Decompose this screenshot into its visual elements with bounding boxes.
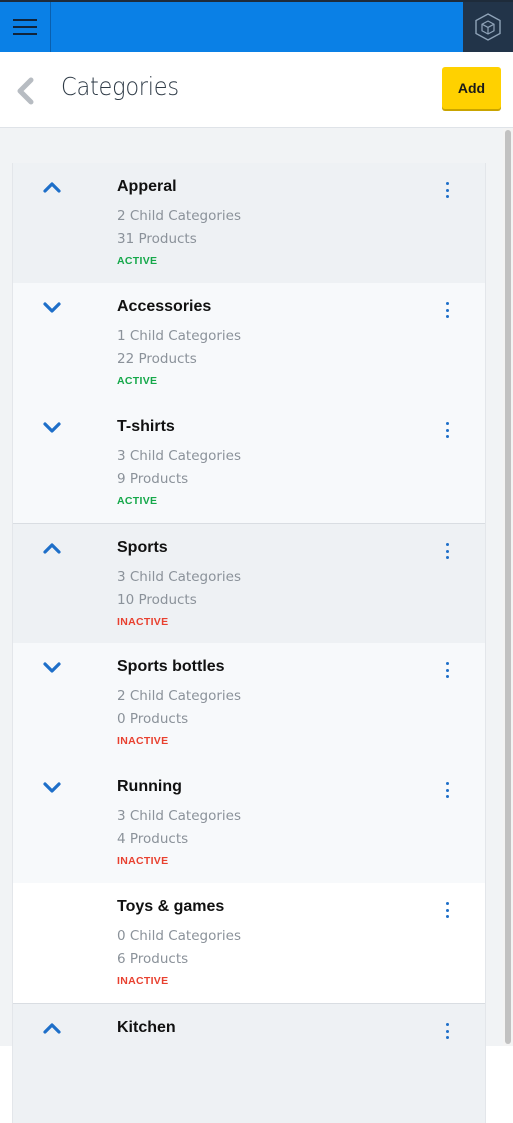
chevron-down-icon[interactable] <box>42 419 62 435</box>
add-button[interactable]: Add <box>442 67 501 109</box>
category-row[interactable]: Kitchen <box>13 1003 485 1123</box>
more-options-icon[interactable] <box>439 300 455 320</box>
chevron-left-icon[interactable] <box>10 76 40 106</box>
category-name[interactable]: T-shirts <box>117 418 175 436</box>
category-row[interactable]: Accessories 1 Child Categories 22 Products… <box>13 283 485 403</box>
more-options-icon[interactable] <box>439 660 455 680</box>
child-categories-count: 1 Child Categories <box>117 328 241 344</box>
scrollbar[interactable] <box>503 128 513 1046</box>
child-categories-count: 0 Child Categories <box>117 928 241 944</box>
child-categories-count: 3 Child Categories <box>117 808 241 824</box>
page-title: Categories <box>61 72 179 101</box>
category-row[interactable]: Apperal 2 Child Categories 31 Products ACTI… <box>13 163 485 283</box>
more-options-icon[interactable] <box>439 180 455 200</box>
category-name[interactable]: Accessories <box>117 298 211 316</box>
child-categories-count: 3 Child Categories <box>117 448 241 464</box>
category-row[interactable]: Toys & games 0 Child Categories 6 Products… <box>13 883 485 1003</box>
category-row[interactable]: T-shirts 3 Child Categories 9 Products ACTI… <box>13 403 485 523</box>
cube-logo-icon[interactable] <box>463 2 513 52</box>
products-count: 0 Products <box>117 711 189 727</box>
child-categories-count: 3 Child Categories <box>117 569 241 585</box>
category-row[interactable]: Running 3 Child Categories 4 Products INACT… <box>13 763 485 883</box>
status-badge: INACTIVE <box>117 975 169 987</box>
status-badge: ACTIVE <box>117 495 158 507</box>
category-name[interactable]: Apperal <box>117 178 177 196</box>
more-options-icon[interactable] <box>439 1021 455 1041</box>
status-badge: INACTIVE <box>117 855 169 867</box>
category-name[interactable]: Toys & games <box>117 898 224 916</box>
categories-content: Apperal 2 Child Categories 31 Products ACTI… <box>0 128 503 1123</box>
category-row[interactable]: Sports bottles 2 Child Categories 0 Produc… <box>13 643 485 763</box>
status-badge: ACTIVE <box>117 255 158 267</box>
more-options-icon[interactable] <box>439 900 455 920</box>
top-bar-background <box>0 2 463 52</box>
chevron-up-icon[interactable] <box>42 1020 62 1036</box>
child-categories-count: 2 Child Categories <box>117 688 241 704</box>
products-count: 22 Products <box>117 351 197 367</box>
products-count: 6 Products <box>117 951 189 967</box>
category-name[interactable]: Sports bottles <box>117 658 225 676</box>
status-badge: INACTIVE <box>117 735 169 747</box>
more-options-icon[interactable] <box>439 541 455 561</box>
status-badge: ACTIVE <box>117 375 158 387</box>
more-options-icon[interactable] <box>439 420 455 440</box>
products-count: 9 Products <box>117 471 189 487</box>
products-count: 4 Products <box>117 831 189 847</box>
top-bar <box>0 0 513 52</box>
category-name[interactable]: Sports <box>117 539 168 557</box>
category-row[interactable]: Sports 3 Child Categories 10 Products INACT… <box>13 523 485 643</box>
page-header: Categories Add <box>0 52 513 128</box>
category-name[interactable]: Kitchen <box>117 1019 176 1037</box>
category-name[interactable]: Running <box>117 778 182 796</box>
chevron-up-icon[interactable] <box>42 540 62 556</box>
products-count: 31 Products <box>117 231 197 247</box>
category-list: Apperal 2 Child Categories 31 Products ACTI… <box>12 163 486 1123</box>
chevron-up-icon[interactable] <box>42 179 62 195</box>
chevron-down-icon[interactable] <box>42 659 62 675</box>
status-badge: INACTIVE <box>117 616 169 628</box>
child-categories-count: 2 Child Categories <box>117 208 241 224</box>
products-count: 10 Products <box>117 592 197 608</box>
hamburger-menu-icon[interactable] <box>0 2 51 52</box>
scrollbar-thumb[interactable] <box>505 130 511 1044</box>
chevron-down-icon[interactable] <box>42 779 62 795</box>
chevron-down-icon[interactable] <box>42 299 62 315</box>
more-options-icon[interactable] <box>439 780 455 800</box>
